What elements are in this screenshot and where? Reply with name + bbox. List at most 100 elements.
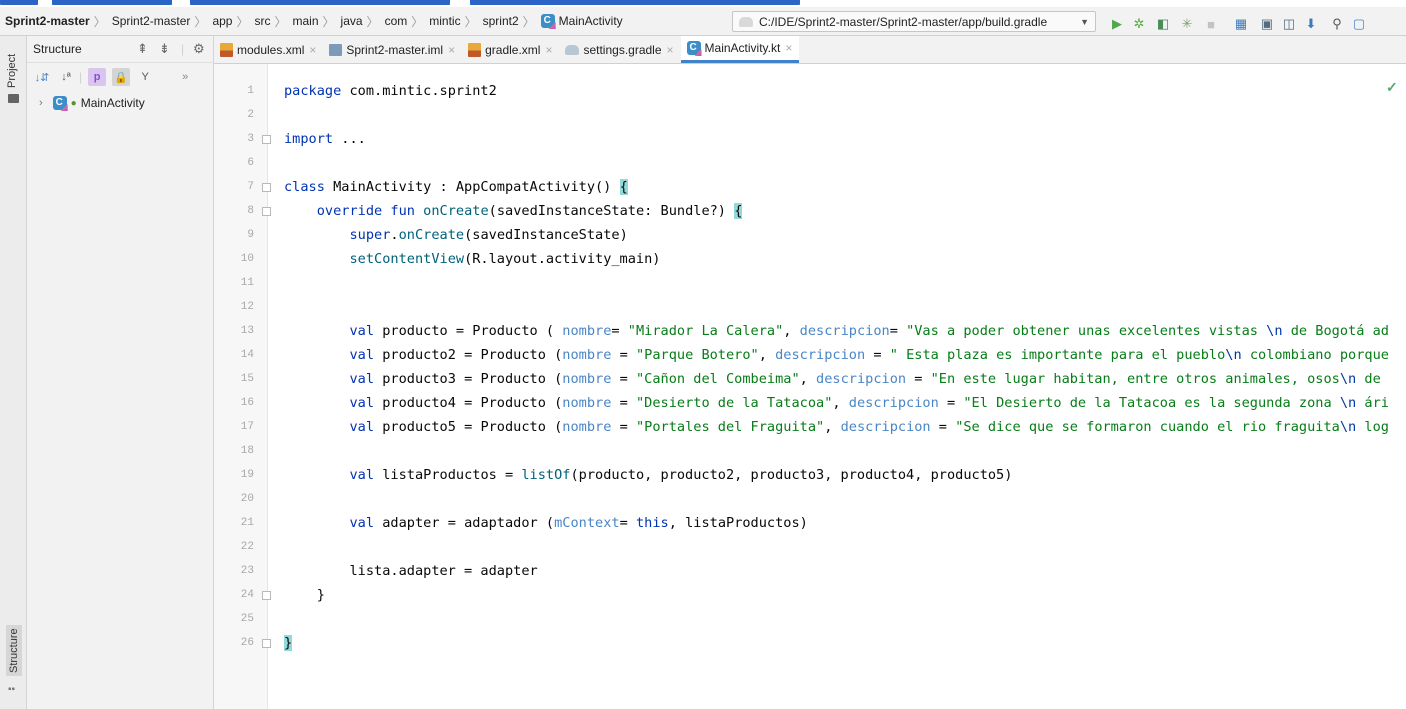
line-number: 25 <box>240 613 254 625</box>
chevron-right-icon[interactable]: › <box>39 97 43 109</box>
show-properties-icon[interactable]: p <box>88 68 107 86</box>
kotlin-class-icon: C <box>52 96 67 110</box>
expand-all-icon[interactable]: ⇞ <box>137 41 148 57</box>
line-number: 7 <box>247 181 254 193</box>
run-configuration-label: C:/IDE/Sprint2-master/Sprint2-master/app… <box>759 14 1048 29</box>
code-line-9: super.onCreate(savedInstanceState) <box>349 227 628 243</box>
structure-tool-button[interactable]: Structure <box>6 625 22 676</box>
folder-icon <box>8 94 19 103</box>
code-line-13: val producto = Producto ( nombre= "Mirad… <box>349 323 1389 339</box>
code-line-8: override fun onCreate(savedInstanceState… <box>316 203 743 219</box>
fold-marker-icon[interactable] <box>262 591 271 600</box>
code-line-17: val producto5 = Producto (nombre = "Port… <box>349 419 1389 435</box>
search-icon[interactable]: ⚲ <box>1328 15 1346 33</box>
account-icon[interactable]: ▢ <box>1350 15 1368 33</box>
debug-icon[interactable]: ✲ <box>1130 15 1148 33</box>
collapse-all-icon[interactable]: ⇟ <box>159 41 170 57</box>
line-number: 18 <box>240 445 254 457</box>
fold-marker-icon[interactable] <box>262 135 271 144</box>
structure-tree-item[interactable]: › C ● MainActivity <box>27 92 214 114</box>
gradle-file-icon <box>565 44 580 55</box>
line-number: 19 <box>240 469 254 481</box>
breadcrumb-separator: 〉 <box>236 14 249 29</box>
line-number: 3 <box>247 133 254 145</box>
line-number: 21 <box>240 517 254 529</box>
close-icon[interactable]: × <box>785 41 792 55</box>
sort-alphabetically-icon[interactable]: ↓ª <box>57 68 75 86</box>
line-number: 8 <box>247 205 254 217</box>
breadcrumb-mainactivity[interactable]: C MainActivity <box>536 7 626 35</box>
breadcrumb-mintic[interactable]: mintic <box>424 7 463 35</box>
gear-icon[interactable]: ⚙ <box>193 41 205 57</box>
code-line-10: setContentView(R.layout.activity_main) <box>349 251 661 267</box>
kotlin-class-icon: C <box>686 41 701 55</box>
xml-file-icon <box>220 42 233 57</box>
tab-modules-xml[interactable]: modules.xml × <box>214 36 323 63</box>
breadcrumb-mainactivity-label: MainActivity <box>558 14 623 28</box>
breadcrumb-project[interactable]: Sprint2-master <box>0 7 93 35</box>
fold-marker-icon[interactable] <box>262 639 271 648</box>
iml-file-icon <box>329 43 343 56</box>
avd-manager-icon[interactable]: ▣ <box>1258 15 1276 33</box>
line-number: 24 <box>240 589 254 601</box>
close-icon[interactable]: × <box>448 43 455 57</box>
run-icon[interactable]: ▶ <box>1108 15 1126 33</box>
breadcrumb-sprint2[interactable]: sprint2 <box>478 7 522 35</box>
sort-by-visibility-icon[interactable]: ↓⇵ <box>33 68 51 86</box>
line-number: 1 <box>247 85 254 97</box>
breadcrumb-separator: 〉 <box>366 14 379 29</box>
show-non-public-icon[interactable]: 🔒 <box>112 68 131 86</box>
breadcrumb-java[interactable]: java <box>336 7 366 35</box>
tool-window-strip: Project Structure ▪▪ <box>0 36 27 709</box>
breadcrumb-com[interactable]: com <box>380 7 411 35</box>
structure-panel-title: Structure <box>33 42 82 56</box>
breadcrumb-app[interactable]: app <box>207 7 235 35</box>
line-number: 2 <box>247 109 254 121</box>
structure-panel-header: Structure ⇞ ⇟ | ⚙ <box>27 36 214 63</box>
fold-marker-icon[interactable] <box>262 207 271 216</box>
tab-label: Sprint2-master.iml <box>346 42 444 57</box>
close-icon[interactable]: × <box>309 43 316 57</box>
code-line-21: val adapter = adaptador (mContext= this,… <box>349 515 808 531</box>
tab-label: settings.gradle <box>583 42 662 57</box>
breadcrumb-main[interactable]: main <box>288 7 322 35</box>
code-line-3: import ... <box>284 131 366 147</box>
gradle-sync-icon[interactable]: ▦ <box>1232 15 1250 33</box>
xml-file-icon <box>468 42 482 57</box>
structure-tree-item-label: MainActivity <box>80 96 145 110</box>
navigation-bar: Sprint2-master 〉 Sprint2-master 〉 app 〉 … <box>0 7 1406 36</box>
breadcrumb-separator: 〉 <box>194 14 207 29</box>
sdk-manager-icon[interactable]: ⬇ <box>1302 15 1320 33</box>
line-number: 13 <box>240 325 254 337</box>
code-line-7: class MainActivity : AppCompatActivity()… <box>284 179 628 195</box>
line-number: 16 <box>240 397 254 409</box>
public-visibility-icon: ● <box>70 97 77 109</box>
tab-label: modules.xml <box>237 42 305 57</box>
code-line-14: val producto2 = Producto (nombre = "Parq… <box>349 347 1389 363</box>
code-line-26: } <box>284 635 293 651</box>
structure-panel-toolbar: ↓⇵ ↓ª | p 🔒 Y » <box>27 63 214 91</box>
run-configuration-select[interactable]: C:/IDE/Sprint2-master/Sprint2-master/app… <box>732 11 1096 32</box>
close-icon[interactable]: × <box>545 43 552 57</box>
tab-sprint2-master-iml[interactable]: Sprint2-master.iml × <box>323 36 462 63</box>
stop-icon[interactable]: ■ <box>1202 15 1220 33</box>
divider: | <box>79 70 83 84</box>
project-tool-button[interactable]: Project <box>6 54 18 88</box>
fold-marker-icon[interactable] <box>262 183 271 192</box>
code-editor[interactable]: package com.mintic.sprint2 import ... cl… <box>268 64 1406 709</box>
more-icon[interactable]: » <box>176 68 194 86</box>
code-line-24: } <box>284 587 325 603</box>
close-icon[interactable]: × <box>667 43 674 57</box>
breadcrumb-src[interactable]: src <box>249 7 273 35</box>
device-manager-icon[interactable]: ◫ <box>1280 15 1298 33</box>
line-number: 17 <box>240 421 254 433</box>
tab-settings-gradle[interactable]: settings.gradle × <box>559 36 680 63</box>
tab-label: MainActivity.kt <box>704 41 781 55</box>
filter-icon[interactable]: Y <box>136 68 154 86</box>
profile-icon[interactable]: ✳ <box>1178 15 1196 33</box>
tab-gradle-xml[interactable]: gradle.xml × <box>462 36 559 63</box>
tab-mainactivity-kt[interactable]: C MainActivity.kt × <box>680 36 800 63</box>
chevron-down-icon: ▼ <box>1080 16 1089 27</box>
breadcrumb-module[interactable]: Sprint2-master <box>107 7 194 35</box>
attach-debugger-icon[interactable]: ◧ <box>1154 15 1172 33</box>
